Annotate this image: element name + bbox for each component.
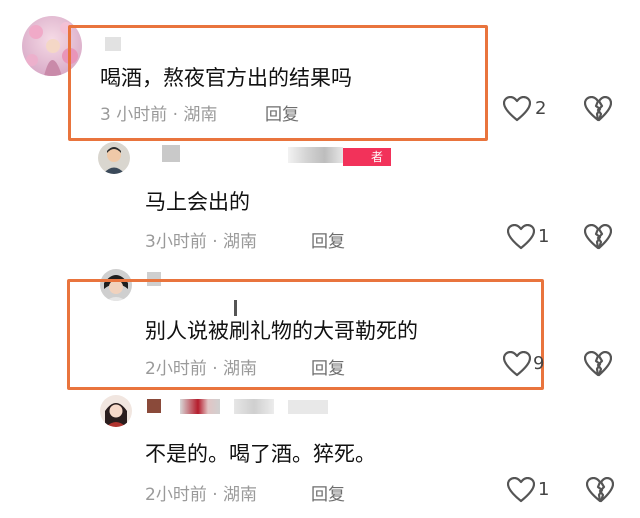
comment-text: 别人说被刷礼物的大哥勒死的 — [145, 319, 418, 343]
reply-button[interactable]: 回复 — [311, 480, 345, 505]
comment-meta: 3小时前 · 湖南 — [145, 232, 258, 252]
comment-meta: 2小时前 · 湖南 — [145, 485, 258, 505]
avatar[interactable] — [100, 395, 132, 427]
username-blur — [162, 145, 180, 162]
username-blur — [234, 399, 274, 414]
heart-icon[interactable] — [502, 350, 532, 381]
username-blur — [180, 399, 220, 414]
reply-button[interactable]: 回复 — [311, 227, 345, 252]
username-blur — [288, 400, 328, 414]
broken-heart-icon[interactable] — [583, 95, 613, 126]
username-blur — [147, 399, 161, 413]
username-blur — [288, 147, 343, 163]
heart-icon[interactable] — [506, 476, 536, 507]
comment-meta: 3 小时前 · 湖南 — [100, 105, 218, 125]
comment-meta: 2小时前 · 湖南 — [145, 359, 258, 379]
avatar-image — [98, 142, 130, 174]
comment-text: 不是的。喝了酒。猝死。 — [145, 442, 376, 466]
broken-heart-icon[interactable] — [583, 350, 613, 381]
comment-text: 马上会出的 — [145, 190, 250, 214]
heart-icon[interactable] — [506, 223, 536, 254]
reply-button[interactable]: 回复 — [265, 100, 299, 125]
status-badge: 者 — [343, 148, 391, 166]
avatar-image — [100, 395, 132, 427]
like-count: 9 — [533, 353, 545, 374]
heart-icon[interactable] — [502, 95, 532, 126]
comment-text: 喝酒，熬夜官方出的结果吗 — [100, 66, 352, 90]
like-count: 2 — [535, 98, 547, 119]
cursor-artifact — [234, 300, 237, 316]
broken-heart-icon[interactable] — [585, 476, 615, 507]
avatar[interactable] — [98, 142, 130, 174]
like-count: 1 — [538, 479, 550, 500]
like-count: 1 — [538, 226, 550, 247]
reply-button[interactable]: 回复 — [311, 354, 345, 379]
broken-heart-icon[interactable] — [583, 223, 613, 254]
